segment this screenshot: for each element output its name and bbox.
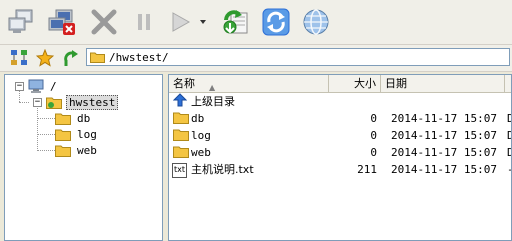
file-extra: D xyxy=(507,144,511,161)
folder-icon xyxy=(55,113,71,125)
tree-node-hwstest[interactable]: − hwstest xyxy=(33,94,119,110)
folder-icon xyxy=(173,129,189,141)
file-extra: - xyxy=(507,161,511,178)
computer-icon xyxy=(28,79,44,93)
globe-button[interactable] xyxy=(300,6,332,38)
file-size: 0 xyxy=(370,129,377,142)
column-size[interactable]: 大小 xyxy=(329,75,381,92)
tree-label-hwstest: hwstest xyxy=(66,94,119,110)
globe-icon xyxy=(303,9,329,35)
favorite-star-icon[interactable] xyxy=(36,49,54,67)
file-name: 主机说明.txt xyxy=(191,163,254,176)
file-date: 2014-11-17 15:07 xyxy=(391,112,497,125)
file-size: 211 xyxy=(357,163,377,176)
tree-node-db[interactable]: db xyxy=(55,110,92,126)
column-date[interactable]: 日期 xyxy=(381,75,505,92)
column-header: 名称 ▲ 大小 日期 xyxy=(169,75,511,93)
table-row[interactable]: log 0 2014-11-17 15:07 D xyxy=(169,127,511,144)
table-row[interactable]: txt 主机说明.txt 211 2014-11-17 15:07 - xyxy=(169,161,511,178)
toolbar xyxy=(0,0,512,45)
connect-icon xyxy=(8,9,33,33)
refresh-button[interactable] xyxy=(260,6,292,38)
file-date: 2014-11-17 15:07 xyxy=(391,129,497,142)
tree-node-web[interactable]: web xyxy=(55,142,99,158)
pause-icon xyxy=(138,14,150,30)
download-icon xyxy=(223,10,248,34)
tree-node-log[interactable]: log xyxy=(55,126,99,142)
parent-directory-row[interactable]: 上级目录 xyxy=(169,93,511,110)
play-button[interactable] xyxy=(164,6,196,38)
file-extra: D xyxy=(507,110,511,127)
collapse-toggle[interactable]: − xyxy=(15,81,24,91)
folder-icon xyxy=(55,129,71,141)
table-row[interactable]: db 0 2014-11-17 15:07 D xyxy=(169,110,511,127)
collapse-toggle[interactable]: − xyxy=(33,97,42,107)
up-arrow-icon xyxy=(172,93,188,107)
play-dropdown-button[interactable] xyxy=(196,6,210,38)
address-path: /hwstest/ xyxy=(109,50,169,64)
sitemap-icon[interactable] xyxy=(10,49,28,67)
file-name: db xyxy=(191,112,205,125)
column-date-label: 日期 xyxy=(385,77,407,90)
parent-directory-label: 上级目录 xyxy=(191,95,235,108)
address-field[interactable]: /hwstest/ xyxy=(86,48,510,66)
transfer-button[interactable] xyxy=(220,6,252,38)
file-extra: D xyxy=(507,127,511,144)
folder-icon xyxy=(55,145,71,157)
file-name: web xyxy=(191,146,211,159)
disconnect-button[interactable] xyxy=(46,6,78,38)
file-date: 2014-11-17 15:07 xyxy=(391,146,497,159)
up-directory-icon[interactable] xyxy=(62,49,80,67)
column-name-label: 名称 xyxy=(173,77,195,90)
refresh-icon xyxy=(262,8,290,36)
column-size-label: 大小 xyxy=(354,77,376,90)
file-date: 2014-11-17 15:07 xyxy=(391,163,497,176)
table-row[interactable]: web 0 2014-11-17 15:07 D xyxy=(169,144,511,161)
column-name[interactable]: 名称 ▲ xyxy=(169,75,329,92)
address-bar: /hwstest/ xyxy=(0,45,512,72)
connected-folder-icon xyxy=(46,97,62,109)
file-list[interactable]: 名称 ▲ 大小 日期 上级目录 db 0 2014-11-17 15:07 lo… xyxy=(168,74,512,241)
dropdown-arrow-icon xyxy=(200,20,206,24)
folder-icon xyxy=(173,146,189,158)
tree-label-web: web xyxy=(77,143,97,157)
tree-label-db: db xyxy=(77,111,91,125)
disconnect-icon xyxy=(48,9,75,35)
file-size: 0 xyxy=(370,112,377,125)
tree-label-log: log xyxy=(77,127,97,141)
tree-label-root: / xyxy=(50,79,57,93)
play-icon xyxy=(172,12,191,32)
folder-icon xyxy=(90,52,105,63)
column-extra[interactable] xyxy=(505,75,511,92)
file-size: 0 xyxy=(370,146,377,159)
pause-button[interactable] xyxy=(128,6,160,38)
cancel-button[interactable] xyxy=(88,6,120,38)
connect-button[interactable] xyxy=(6,6,38,38)
text-file-icon: txt xyxy=(172,163,188,178)
directory-tree[interactable]: − / − hwstest db log web xyxy=(4,74,163,241)
folder-icon xyxy=(173,112,189,124)
file-name: log xyxy=(191,129,211,142)
tree-node-root[interactable]: − / xyxy=(15,78,59,94)
cancel-icon xyxy=(91,9,117,35)
